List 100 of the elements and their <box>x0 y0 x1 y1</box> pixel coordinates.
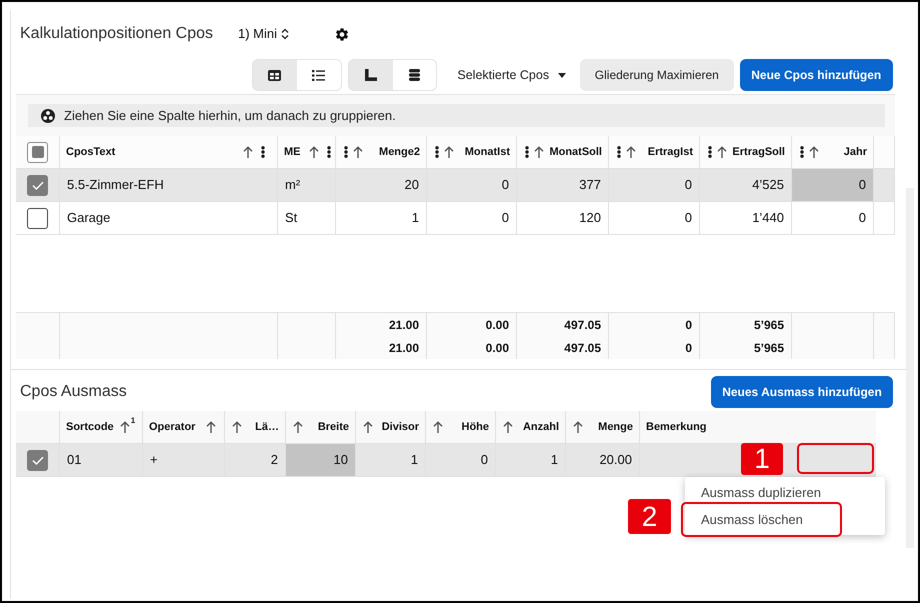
add-button[interactable]: Neues Ausmass hinzufügen <box>711 376 893 408</box>
table-cell: 120 <box>517 202 609 234</box>
step-badge: 2 <box>628 499 671 534</box>
total-value: 5’965 <box>754 340 784 357</box>
menu-item[interactable]: Ausmass duplizieren <box>685 479 885 506</box>
total-value: 497.05 <box>564 340 601 357</box>
table-cell: 20 <box>336 169 427 201</box>
sort-arrow-icon[interactable] <box>353 146 363 158</box>
view-toggle-button[interactable] <box>253 60 297 90</box>
table-cell: Garage <box>60 202 278 234</box>
table-cell: 0 <box>792 202 874 234</box>
sort-arrow-icon[interactable] <box>293 421 303 433</box>
table-cell: 20.00 <box>566 444 640 476</box>
layout-picker[interactable]: 1) Mini <box>238 24 290 44</box>
sort-order: 1 <box>130 417 136 425</box>
column-label: MonatIst <box>464 144 510 160</box>
sort-arrow-icon[interactable] <box>626 146 636 158</box>
sort-arrow-icon[interactable] <box>534 146 544 158</box>
total-value: 497.05 <box>564 317 601 334</box>
kebab-menu-icon[interactable] <box>435 146 439 158</box>
scrollbar[interactable] <box>906 188 914 548</box>
step-badge: 1 <box>741 443 783 475</box>
sort-arrow-icon[interactable] <box>206 421 216 433</box>
column-label: MonatSoll <box>549 144 602 160</box>
total-value: 0 <box>685 340 692 357</box>
column-label: Bemerkung <box>646 420 708 435</box>
sort-arrow-icon[interactable] <box>503 421 513 433</box>
kebab-menu-icon[interactable] <box>326 146 330 158</box>
table-cell: 0 <box>427 202 517 234</box>
sort-arrow-icon[interactable] <box>717 146 727 158</box>
database-icon <box>408 69 420 81</box>
kebab-menu-icon[interactable] <box>261 146 265 158</box>
table-cell: 01 <box>60 444 143 476</box>
page-title: Kalkulationpositionen Cpos <box>20 24 214 44</box>
column-label: Breite <box>316 420 349 435</box>
table-cell: 1 <box>496 444 566 476</box>
check-icon <box>32 456 44 464</box>
sort-arrow-icon[interactable] <box>363 421 373 433</box>
kebab-menu-icon[interactable] <box>708 146 712 158</box>
total-value: 0 <box>685 317 692 334</box>
ruler-icon <box>364 69 377 81</box>
table-row[interactable]: 5.5-Zimmer-EFH m² 20 0 377 0 4’525 0 <box>16 169 895 202</box>
column-label: Jahr <box>842 144 867 160</box>
table-cell: 0 <box>609 202 700 234</box>
menu-item[interactable]: Ausmass löschen <box>685 506 885 533</box>
table-cell: 1’440 <box>700 202 792 234</box>
caret-down-icon <box>558 72 566 78</box>
sort-arrow-icon[interactable] <box>308 146 318 158</box>
column-label: Sortcode <box>66 420 114 435</box>
list-icon <box>312 70 326 80</box>
view-toggle-button[interactable] <box>348 60 393 90</box>
table-cell: m² <box>278 169 336 201</box>
sort-arrow-icon[interactable] <box>243 146 253 158</box>
table-cell: 5.5-Zimmer-EFH <box>60 169 278 201</box>
total-value: 0.00 <box>486 317 509 334</box>
table-cell: 10 <box>286 444 356 476</box>
maximize-button[interactable]: Gliederung Maximieren <box>580 59 734 91</box>
column-label: Menge2 <box>378 144 420 160</box>
kebab-menu-icon[interactable] <box>800 146 804 158</box>
table-cell: St <box>278 202 336 234</box>
sort-arrow-icon[interactable] <box>433 421 443 433</box>
total-value: 21.00 <box>388 317 419 334</box>
sort-arrow-icon[interactable] <box>809 146 819 158</box>
select-all-checkbox[interactable] <box>27 142 48 162</box>
kebab-menu-icon[interactable] <box>617 146 621 158</box>
sort-arrow-icon[interactable] <box>444 146 454 158</box>
total-value: 0.00 <box>486 340 509 357</box>
settings-icon[interactable] <box>336 28 348 40</box>
table-cell: 0 <box>609 169 700 201</box>
kebab-menu-icon[interactable] <box>525 146 529 158</box>
row-checkbox[interactable] <box>27 208 48 228</box>
table-cell: 0 <box>427 169 517 201</box>
row-checkbox[interactable] <box>27 450 48 470</box>
check-icon <box>32 180 44 190</box>
table-row[interactable]: Garage St 1 0 120 0 1’440 0 <box>16 202 895 235</box>
column-label: ErtragSoll <box>732 144 785 160</box>
column-label: ME <box>284 144 300 160</box>
table-cell: 0 <box>792 169 874 201</box>
group-by-hint: Ziehen Sie eine Spalte hierhin, um danach zu gruppieren. <box>64 106 396 125</box>
add-button[interactable]: Neue Cpos hinzufügen <box>740 59 893 91</box>
sort-arrow-icon[interactable] <box>232 421 242 433</box>
total-value: 5’965 <box>754 317 784 334</box>
column-label: Divisor <box>380 420 419 435</box>
column-label: Menge <box>597 420 633 435</box>
table-cell: 1 <box>336 202 427 234</box>
column-label: ErtragIst <box>646 144 693 160</box>
table-cell: 0 <box>426 444 496 476</box>
selection-dropdown[interactable]: Selektierte Cpos <box>443 59 580 91</box>
sort-arrow-icon[interactable] <box>120 421 130 433</box>
table-cell: + <box>143 444 225 476</box>
column-label: Operator <box>149 420 196 435</box>
column-label: Höhe <box>460 420 489 435</box>
table-cell: 377 <box>517 169 609 201</box>
row-checkbox[interactable] <box>27 174 48 196</box>
kebab-menu-icon[interactable] <box>344 146 348 158</box>
column-label: CposText <box>66 144 116 160</box>
sort-arrow-icon[interactable] <box>573 421 583 433</box>
column-label: Lä… <box>254 420 279 435</box>
column-label: Anzahl <box>522 420 559 435</box>
section-title: Cpos Ausmass <box>20 382 127 402</box>
